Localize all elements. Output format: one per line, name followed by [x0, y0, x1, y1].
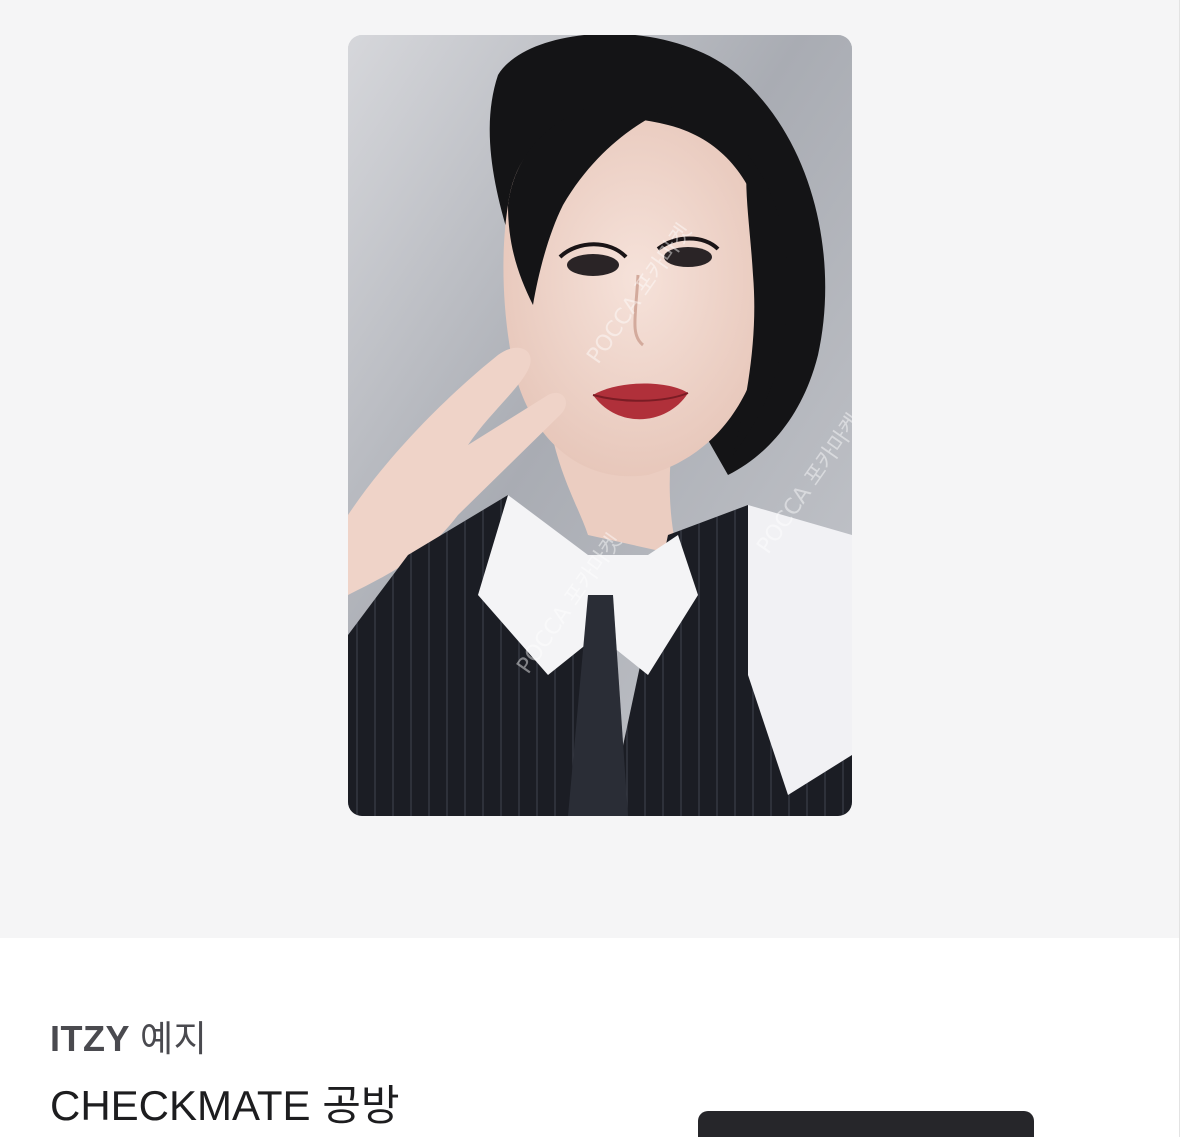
artist-group-name: ITZY	[50, 1018, 130, 1059]
artist-member-name: 예지	[140, 1018, 208, 1059]
artist-line: ITZY 예지	[50, 1010, 207, 1062]
photocard-illustration: POCCA 포카마켓 POCCA 포카마켓 POCCA 포카마켓	[348, 35, 852, 816]
action-button[interactable]	[698, 1111, 1034, 1137]
product-image-area[interactable]: POCCA 포카마켓 POCCA 포카마켓 POCCA 포카마켓	[0, 0, 1180, 938]
product-detail-screen: POCCA 포카마켓 POCCA 포카마켓 POCCA 포카마켓 ITZY 예지 …	[0, 0, 1200, 1137]
product-title: CHECKMATE 공방	[50, 1082, 400, 1129]
scrollbar[interactable]	[1179, 0, 1200, 1137]
photocard-image[interactable]: POCCA 포카마켓 POCCA 포카마켓 POCCA 포카마켓	[348, 35, 852, 816]
